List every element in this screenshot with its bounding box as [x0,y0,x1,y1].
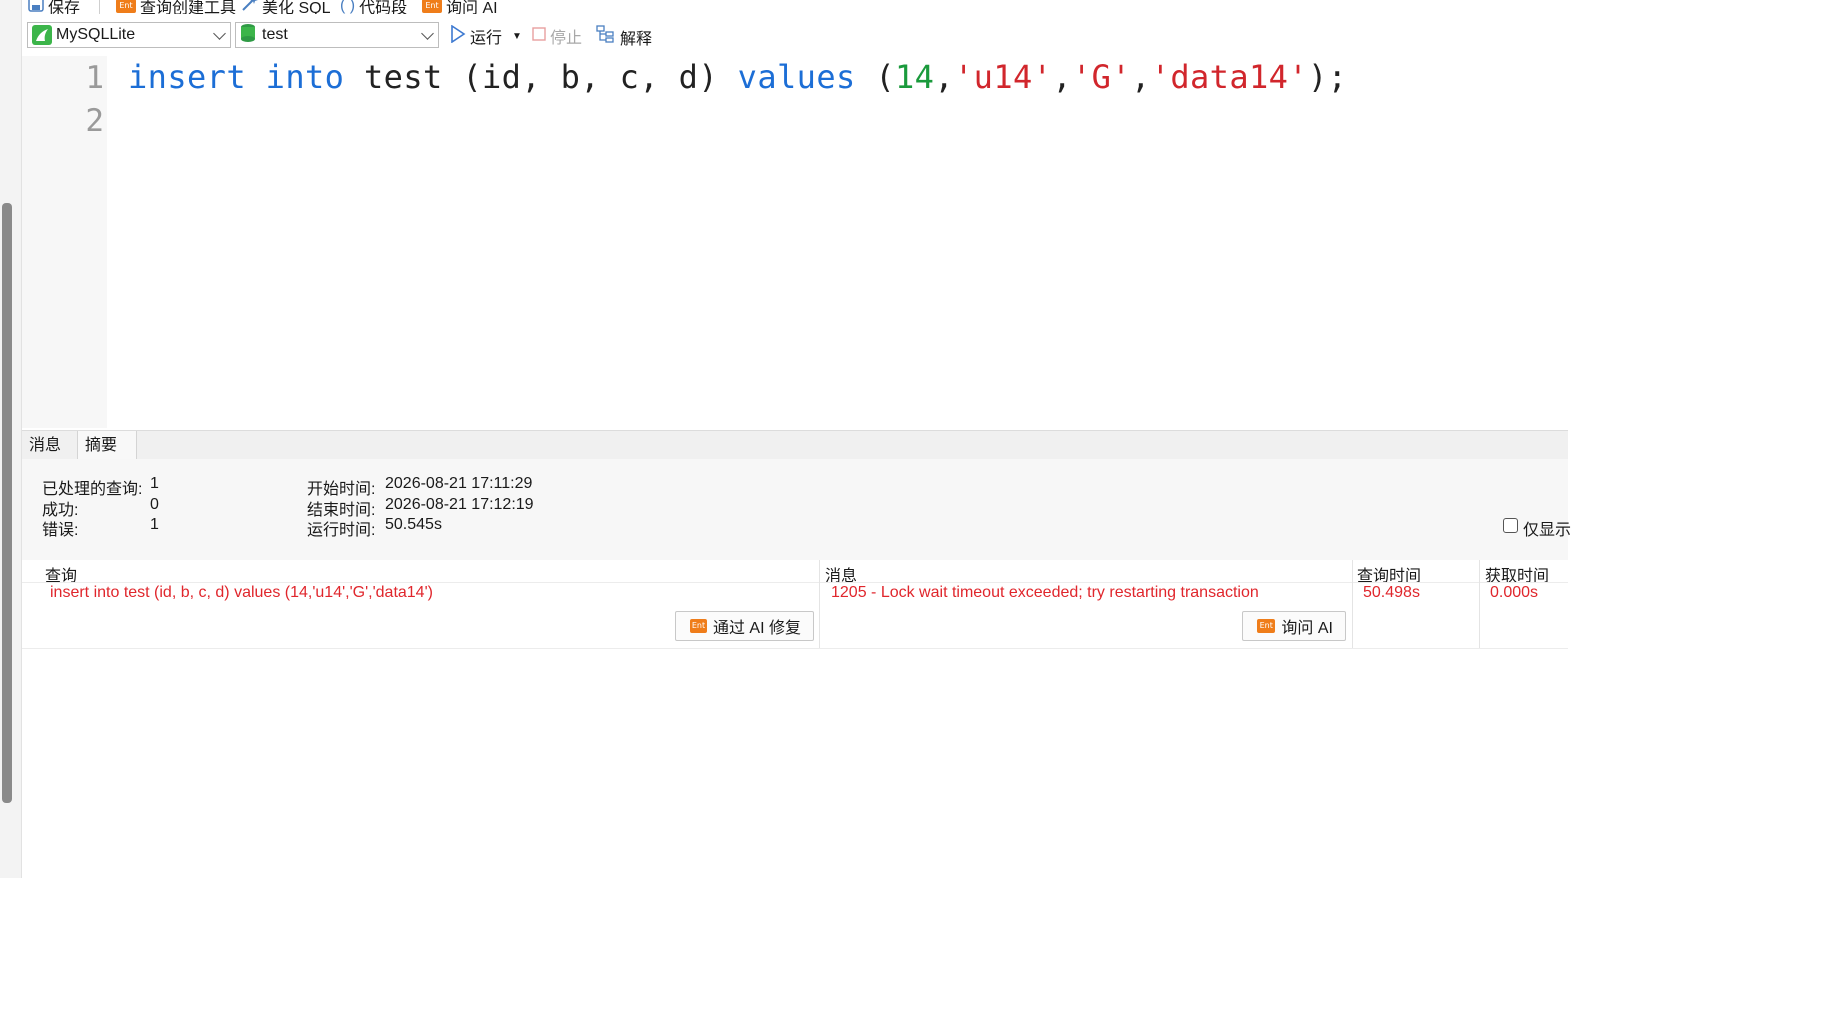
results-grid: 查询 消息 查询时间 获取时间 insert into test (id, b,… [22,560,1568,878]
database-icon [240,23,256,48]
ask-ai-toolbar-button[interactable]: Ent 询问 AI [422,0,498,14]
keyword-token: values [737,58,856,96]
line-number: 1 [85,60,104,96]
only-show-checkbox[interactable] [1503,518,1518,533]
run-label: 运行 [470,30,503,47]
stop-icon [532,26,546,46]
text-token: , [934,58,955,96]
row-divider [22,648,1568,649]
save-label: 保存 [48,0,81,14]
ask-ai-toolbar-label: 询问 AI [446,0,498,14]
ent-badge-icon: Ent [690,619,707,633]
code-snippet-button[interactable]: ( ) 代码段 [340,0,407,14]
toolbar-divider [99,0,100,14]
column-divider [819,560,820,648]
ent-badge-icon: Ent [116,0,136,13]
chevron-down-icon [213,27,226,40]
explain-tree-icon [596,24,616,49]
keyword-token: into [265,58,345,96]
fix-with-ai-label: 通过 AI 修复 [712,620,801,637]
play-icon [450,24,466,48]
beautify-sql-button[interactable]: 美化 SQL [240,0,330,14]
fix-with-ai-button[interactable]: Ent 通过 AI 修复 [675,611,814,641]
keyword-token: insert [128,58,246,96]
ask-ai-button[interactable]: Ent 询问 AI [1242,611,1346,641]
line-number: 2 [85,103,104,139]
summary-panel: 已处理的查询: 1 成功: 0 错误: 1 开始时间: 2026-08-21 1… [22,459,1572,560]
column-divider [1352,560,1353,648]
success-value: 0 [150,496,159,513]
main-toolbar: 保存 Ent 查询创建工具 美化 SQL ( ) 代码段 Ent 询问 AI [22,0,1568,14]
chevron-down-icon [421,27,434,40]
column-divider [1479,560,1480,648]
save-button[interactable]: 保存 [28,0,80,14]
left-scrollbar-thumb[interactable] [2,203,12,803]
runtime-label: 运行时间: [307,522,376,539]
query-toolbar: MySQLLite test 运行 ▼ 停止 解释 [22,14,1568,56]
text-token: ); [1308,58,1348,96]
ask-ai-label: 询问 AI [1281,620,1333,637]
tab-summary[interactable]: 摘要 [77,431,137,460]
connection-select[interactable]: MySQLLite [27,22,231,48]
error-value: 1 [150,516,159,533]
string-token: 'data14' [1150,58,1309,96]
text-token: test (id, b, c, d) [344,58,738,96]
sql-editor[interactable] [22,56,1568,428]
string-token: 'G' [1072,58,1132,96]
text-token: , [1052,58,1073,96]
database-select[interactable]: test [235,22,439,48]
header-divider [22,582,1568,583]
stop-label: 停止 [550,30,583,47]
dropdown-arrow-icon[interactable]: ▼ [512,31,522,42]
ent-badge-icon: Ent [422,0,442,13]
processed-value: 1 [150,475,159,492]
only-show-label: 仅显示 [1523,522,1572,539]
number-token: 14 [895,58,935,96]
query-builder-button[interactable]: Ent 查询创建工具 [116,0,236,14]
row-query-time-cell: 50.498s [1363,584,1420,601]
code-snippet-label: 代码段 [359,0,408,14]
tab-message[interactable]: 消息 [22,431,68,460]
row-fetch-time-cell: 0.000s [1490,584,1539,601]
explain-button[interactable]: 解释 [596,24,652,49]
stop-button[interactable]: 停止 [532,24,582,48]
end-time-value: 2026-08-21 17:12:19 [385,496,534,513]
ent-badge-icon: Ent [1257,619,1276,633]
query-builder-label: 查询创建工具 [140,0,237,14]
row-query-cell: insert into test (id, b, c, d) values (1… [50,584,433,601]
connection-value: MySQLLite [56,26,136,43]
save-icon [28,0,44,14]
text-token: , [1131,58,1151,96]
braces-icon: ( ) [340,0,356,14]
run-button[interactable]: 运行 ▼ [450,24,522,48]
magic-wand-icon [240,0,258,14]
beautify-sql-label: 美化 SQL [262,0,331,14]
code-line-1[interactable]: insert into test (id, b, c, d) values (1… [128,58,1347,96]
explain-label: 解释 [620,30,653,48]
database-value: test [262,26,288,43]
mysql-dolphin-icon [32,25,52,45]
start-time-value: 2026-08-21 17:11:29 [385,475,533,492]
runtime-value: 50.545s [385,516,442,533]
error-label: 错误: [42,522,79,539]
row-message-cell: 1205 - Lock wait timeout exceeded; try r… [831,584,1259,601]
text-token: ( [855,58,895,96]
string-token: 'u14' [954,58,1053,96]
result-tabs: 消息 摘要 [22,430,1568,460]
